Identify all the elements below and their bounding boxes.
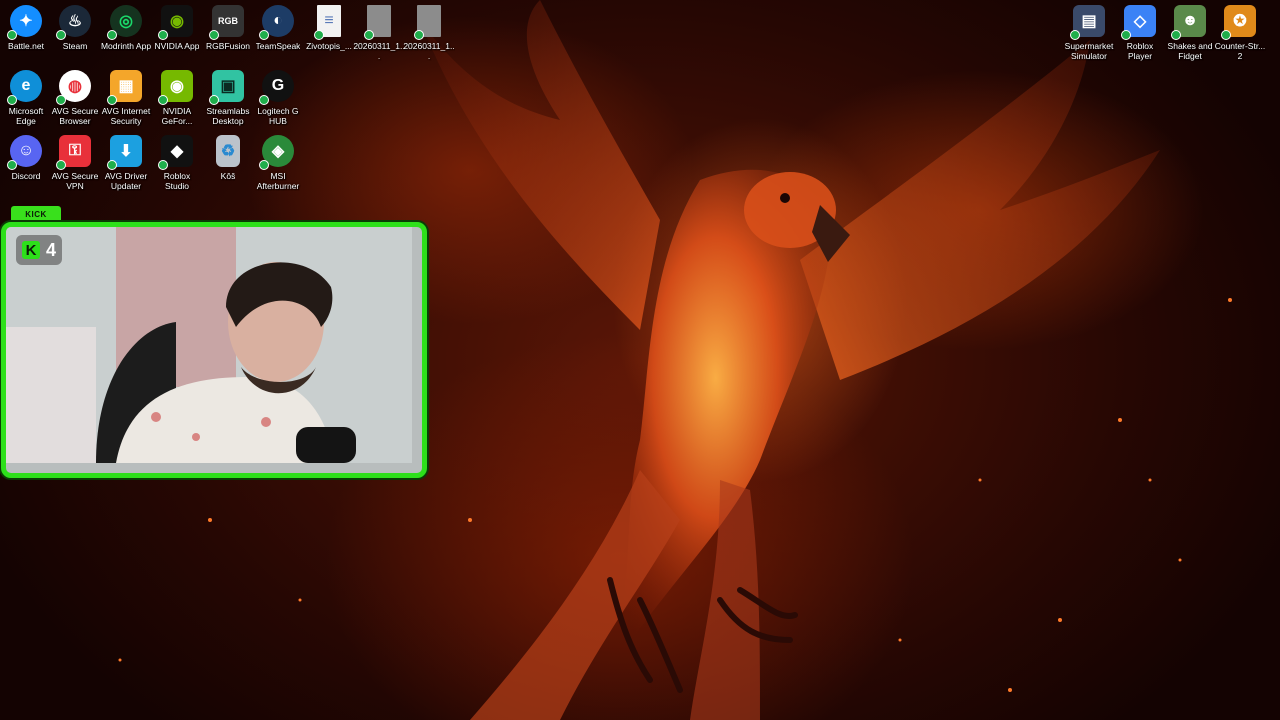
desktop-icon-zivotopis[interactable]: ≡ Zivotopis_... (303, 5, 355, 51)
kick-tab-label: KICK (11, 206, 61, 223)
desktop-icon-label: NVIDIA App (154, 41, 200, 51)
desktop-icon-label: Zivotopis_... (306, 41, 352, 51)
roblox-studio-icon: ◆ (158, 135, 193, 170)
desktop-icon-label: 20260311_1... (403, 41, 455, 61)
image-file-icon (414, 5, 441, 40)
desktop-icon-counter-strike[interactable]: ✪ Counter-Str... 2 (1214, 5, 1266, 61)
nvidia-icon: ◉ (158, 5, 193, 40)
desktop-icon-modrinth[interactable]: ◎ Modrinth App (100, 5, 152, 51)
desktop-icon-avg-driver[interactable]: ⬇ AVG Driver Updater (100, 135, 152, 191)
discord-icon: ☺ (7, 135, 42, 170)
rgbfusion-icon: RGB (209, 5, 244, 40)
desktop-icon-label: 20260311_1... (353, 41, 405, 61)
desktop-icon-label: Modrinth App (100, 41, 152, 51)
viewer-count: 4 (46, 239, 57, 260)
supermarket-simulator-icon: ▤ (1070, 5, 1105, 40)
document-icon: ≡ (314, 5, 341, 40)
geforce-icon: ◉ (158, 70, 193, 105)
counter-strike-icon: ✪ (1221, 5, 1256, 40)
desktop-icon-supermarket-simulator[interactable]: ▤ Supermarket Simulator (1063, 5, 1115, 61)
logitech-icon: G (259, 70, 294, 105)
desktop-icon-image-file-1[interactable]: 20260311_1... (353, 5, 405, 61)
recycle-bin-icon: ♻ (216, 135, 240, 167)
desktop-icon-label: Microsoft Edge (8, 106, 44, 126)
desktop-icon-image-file-2[interactable]: 20260311_1... (403, 5, 455, 61)
desktop-icon-edge[interactable]: e Microsoft Edge (0, 70, 52, 126)
desktop-icon-label: Discord (11, 171, 41, 181)
desktop-icon-msi-afterburner[interactable]: ◈ MSI Afterburner (252, 135, 304, 191)
roblox-player-icon: ◇ (1121, 5, 1156, 40)
desktop-icon-label: Logitech G HUB (257, 106, 299, 126)
desktop-icon-label: Roblox Studio (163, 171, 191, 191)
image-file-icon (364, 5, 391, 40)
kick-logo-icon: K (22, 241, 40, 259)
desktop-icon-roblox-studio[interactable]: ◆ Roblox Studio (151, 135, 203, 191)
desktop-icon-label: NVIDIA GeFor... (161, 106, 193, 126)
desktop-icon-label: Steam (62, 41, 88, 51)
desktop-icon-label: Roblox Player (1126, 41, 1154, 61)
desktop-icon-geforce[interactable]: ◉ NVIDIA GeFor... (151, 70, 203, 126)
modrinth-icon: ◎ (107, 5, 142, 40)
desktop-icon-label: Shakes and Fidget (1167, 41, 1213, 61)
viewer-count-badge: K 4 (16, 235, 63, 265)
shakes-fidget-icon: ☻ (1171, 5, 1206, 40)
webcam-overlay: K 4 (1, 222, 427, 478)
avg-vpn-icon: ⚿ (56, 135, 91, 170)
desktop-icon-discord[interactable]: ☺ Discord (0, 135, 52, 181)
desktop-icon-label: Battle.net (8, 41, 44, 51)
avg-driver-icon: ⬇ (107, 135, 142, 170)
webcam-feed (6, 227, 412, 463)
streamlabs-icon: ▣ (209, 70, 244, 105)
avg-browser-icon: ◍ (56, 70, 91, 105)
desktop-icon-label: Supermarket Simulator (1064, 41, 1114, 61)
desktop-icon-logitech[interactable]: G Logitech G HUB (252, 70, 304, 126)
steam-icon: ♨ (56, 5, 91, 40)
desktop-icon-avg-browser[interactable]: ◍ AVG Secure Browser (49, 70, 101, 126)
desktop-icon-label: TeamSpeak (255, 41, 301, 51)
desktop-icon-rgbfusion[interactable]: RGB RGBFusion (202, 5, 254, 51)
desktop-icon-teamspeak[interactable]: ◐ TeamSpeak (252, 5, 304, 51)
teamspeak-icon: ◐ (259, 5, 294, 40)
desktop-icon-label: AVG Driver Updater (104, 171, 148, 191)
desktop-icon-avg-vpn[interactable]: ⚿ AVG Secure VPN (49, 135, 101, 191)
battlenet-icon: ✦ (7, 5, 42, 40)
desktop-icon-shakes-fidget[interactable]: ☻ Shakes and Fidget (1164, 5, 1216, 61)
desktop-icon-streamlabs[interactable]: ▣ Streamlabs Desktop (202, 70, 254, 126)
desktop-icon-roblox-player[interactable]: ◇ Roblox Player (1114, 5, 1166, 61)
desktop-icon-label: AVG Secure Browser (51, 106, 99, 126)
desktop-icon-nvidia-app[interactable]: ◉ NVIDIA App (151, 5, 203, 51)
desktop-icon-label: Streamlabs Desktop (206, 106, 250, 126)
desktop-icon-steam[interactable]: ♨ Steam (49, 5, 101, 51)
desktop-icon-label: Kôš (220, 171, 236, 181)
desktop-icon-avg-security[interactable]: ▦ AVG Internet Security (100, 70, 152, 126)
desktop-icon-label: RGBFusion (206, 41, 250, 51)
desktop-icon-label: AVG Internet Security (101, 106, 151, 126)
desktop-icon-label: AVG Secure VPN (51, 171, 99, 191)
desktop-icon-label: MSI Afterburner (256, 171, 300, 191)
edge-icon: e (7, 70, 42, 105)
msi-afterburner-icon: ◈ (259, 135, 294, 170)
avg-security-icon: ▦ (107, 70, 142, 105)
desktop-icon-label: Counter-Str... 2 (1214, 41, 1266, 61)
desktop-icon-battlenet[interactable]: ✦ Battle.net (0, 5, 52, 51)
desktop-icon-recycle-bin[interactable]: ♻ Kôš (202, 135, 254, 181)
